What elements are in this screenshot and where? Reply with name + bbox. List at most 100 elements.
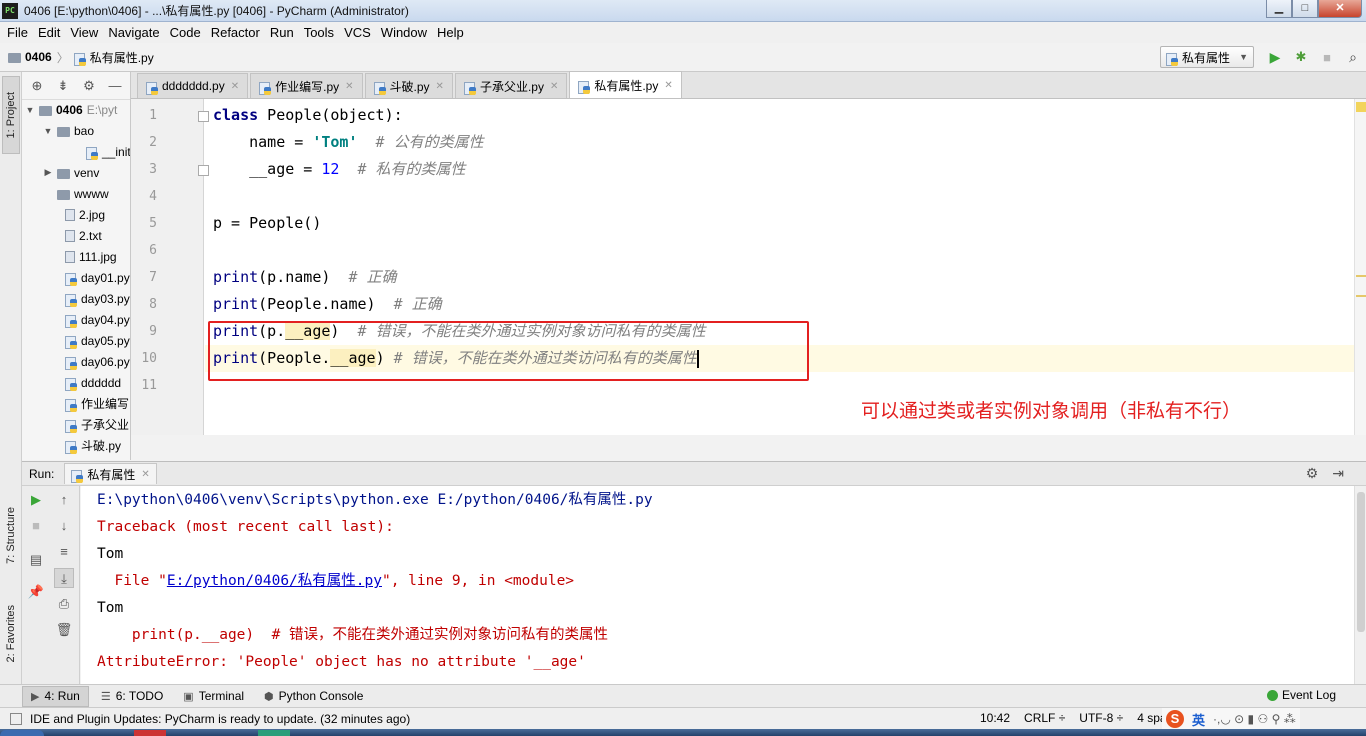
run-configuration-select[interactable]: 私有属性 ▼: [1160, 46, 1254, 68]
menu-edit[interactable]: Edit: [33, 25, 65, 40]
project-tool-tab[interactable]: 1: Project: [2, 76, 20, 154]
tree-item[interactable]: dddddd: [65, 372, 121, 393]
tree-item[interactable]: 2.jpg: [65, 204, 105, 225]
tree-item[interactable]: 111.jpg: [65, 246, 117, 267]
tree-item[interactable]: day06.py: [65, 351, 130, 372]
breadcrumb-project[interactable]: 0406: [8, 50, 52, 64]
locate-icon[interactable]: ⊕: [24, 78, 50, 94]
error-stripe-mark[interactable]: [1356, 295, 1366, 297]
rerun-icon[interactable]: ▶: [26, 490, 46, 510]
soft-wrap-icon[interactable]: ≡: [54, 542, 74, 562]
menu-help[interactable]: Help: [432, 25, 469, 40]
stop-icon[interactable]: ■: [1314, 46, 1340, 68]
run-tab[interactable]: 私有属性 ✕: [64, 463, 157, 484]
run-console[interactable]: E:\python\0406\venv\Scripts\python.exe E…: [81, 486, 1366, 684]
run-icon[interactable]: ▶: [1262, 46, 1288, 68]
collapse-all-icon[interactable]: ⇟: [50, 78, 76, 94]
python-console-tool-tab[interactable]: ⬢ Python Console: [256, 686, 371, 707]
event-log-button[interactable]: Event Log: [1266, 688, 1336, 702]
python-file-icon: [146, 81, 158, 95]
fold-marker-icon[interactable]: [198, 111, 209, 122]
gear-icon[interactable]: ⚙: [1306, 465, 1319, 482]
editor-scrollbar[interactable]: [1354, 99, 1366, 435]
menu-code[interactable]: Code: [165, 25, 206, 40]
line-separator[interactable]: CRLF ÷: [1024, 711, 1065, 725]
todo-tool-tab[interactable]: ☰ 6: TODO: [93, 686, 171, 707]
tree-item-label: day05.py: [81, 333, 130, 348]
menu-refactor[interactable]: Refactor: [206, 25, 265, 40]
structure-tool-tab[interactable]: 7: Structure: [2, 492, 20, 578]
trash-icon[interactable]: 🗑: [54, 620, 74, 640]
cursor-position[interactable]: 10:42: [980, 711, 1010, 725]
gear-icon[interactable]: ⚙: [76, 78, 102, 94]
menu-view[interactable]: View: [65, 25, 103, 40]
error-stripe-mark[interactable]: [1356, 275, 1366, 277]
close-button[interactable]: ✕: [1318, 0, 1362, 18]
hide-icon[interactable]: —: [102, 78, 128, 93]
file-encoding[interactable]: UTF-8 ÷: [1079, 711, 1123, 725]
editor-tab[interactable]: ddddddd.py ✕: [137, 73, 249, 98]
menu-file[interactable]: File: [2, 25, 33, 40]
start-button[interactable]: [0, 730, 44, 736]
close-tab-icon[interactable]: ✕: [664, 80, 672, 91]
close-tab-icon[interactable]: ✕: [436, 81, 444, 92]
traceback-file-link[interactable]: E:/python/0406/私有属性.py: [167, 573, 382, 589]
editor-tab[interactable]: 子承父业.py ✕: [454, 73, 568, 98]
close-tab-icon[interactable]: ✕: [141, 469, 149, 480]
run-tool-tab[interactable]: ▶ 4: Run: [22, 685, 89, 707]
menu-tools[interactable]: Tools: [299, 25, 339, 40]
favorites-tool-tab[interactable]: 2: Favorites: [2, 592, 20, 676]
tree-item[interactable]: day04.py: [65, 309, 130, 330]
maximize-button[interactable]: □: [1292, 0, 1318, 18]
up-arrow-icon[interactable]: ↑: [54, 490, 74, 510]
editor-tab-label: 子承父业.py: [479, 79, 544, 94]
tree-item[interactable]: __init: [86, 141, 130, 162]
editor-tab-active[interactable]: 私有属性.py ✕: [569, 71, 682, 98]
tree-item[interactable]: day05.py: [65, 330, 130, 351]
tree-root[interactable]: ▼ 0406 E:\pyt: [24, 99, 118, 120]
tree-item[interactable]: day01.py: [65, 267, 130, 288]
hide-panel-icon[interactable]: ⇥: [1332, 465, 1344, 482]
tree-item[interactable]: ▶ venv: [42, 162, 100, 183]
tree-item[interactable]: 子承父业: [65, 414, 129, 435]
terminal-tool-tab[interactable]: ▣ Terminal: [175, 686, 252, 707]
close-tab-icon[interactable]: ✕: [231, 81, 239, 92]
status-toggle-icon[interactable]: [10, 712, 22, 725]
menu-window[interactable]: Window: [376, 25, 432, 40]
fold-marker-icon[interactable]: [198, 165, 209, 176]
ime-tools-icon[interactable]: ·,◡ ⊙ ▮ ⚇ ⚲ ⁂: [1213, 712, 1296, 726]
tree-item[interactable]: wwww: [57, 183, 109, 204]
debug-icon[interactable]: ✱: [1288, 46, 1314, 68]
console-scrollbar[interactable]: [1354, 486, 1366, 684]
down-arrow-icon[interactable]: ↓: [54, 516, 74, 536]
stop-icon[interactable]: ■: [26, 516, 46, 536]
menu-vcs[interactable]: VCS: [339, 25, 376, 40]
code-editor[interactable]: 1 2 3 4 5 6 7 8 9 10 11 class People(obj…: [131, 99, 1366, 435]
taskbar-app-icon[interactable]: [134, 730, 166, 736]
tree-item[interactable]: 2.txt: [65, 225, 102, 246]
console-scrollbar-thumb[interactable]: [1357, 492, 1365, 632]
print-icon[interactable]: ⎙: [54, 594, 74, 614]
editor-tab[interactable]: 斗破.py ✕: [364, 73, 453, 98]
close-tab-icon[interactable]: ✕: [550, 81, 558, 92]
status-message[interactable]: IDE and Plugin Updates: PyCharm is ready…: [30, 712, 410, 726]
tree-item[interactable]: day03.py: [65, 288, 130, 309]
search-icon[interactable]: ⌕: [1340, 46, 1366, 68]
sogou-ime-logo-icon[interactable]: S: [1166, 710, 1184, 728]
editor-tab[interactable]: 作业编写.py ✕: [250, 73, 363, 98]
editor-tab-label: 作业编写.py: [275, 79, 340, 94]
breadcrumb-file[interactable]: 私有属性.py: [73, 49, 154, 66]
tree-item[interactable]: 斗破.py: [65, 435, 121, 456]
tree-item[interactable]: 作业编写: [65, 393, 129, 414]
ime-language-toggle[interactable]: 英: [1192, 710, 1205, 729]
taskbar-app-icon[interactable]: [258, 730, 290, 736]
tree-item[interactable]: ▼ bao: [42, 120, 95, 141]
menu-navigate[interactable]: Navigate: [103, 25, 164, 40]
scroll-to-end-icon[interactable]: ⤓: [54, 568, 74, 588]
run-icon: ▶: [31, 690, 40, 703]
layout-icon[interactable]: ▤: [26, 550, 46, 570]
close-tab-icon[interactable]: ✕: [345, 81, 353, 92]
minimize-button[interactable]: ▁: [1266, 0, 1292, 18]
menu-run[interactable]: Run: [265, 25, 299, 40]
pin-icon[interactable]: 📌: [26, 582, 46, 602]
